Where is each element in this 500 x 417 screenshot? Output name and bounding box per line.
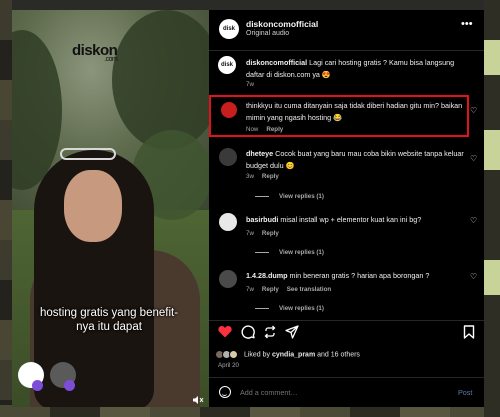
comment-meta: Now Reply: [246, 126, 284, 133]
reply-button[interactable]: Reply: [262, 173, 279, 180]
reply-button[interactable]: Reply: [262, 230, 279, 237]
repost-icon[interactable]: [263, 325, 277, 342]
comment-text: thinkkyu itu cuma ditanyain saja tidak d…: [246, 101, 463, 122]
comment-text: diskoncomofficial Lagi cari hosting grat…: [246, 58, 455, 79]
comment-meta: 7w: [246, 81, 254, 88]
add-comment-row: Post: [209, 377, 484, 407]
view-replies-button[interactable]: View replies (1): [255, 249, 324, 256]
comments-panel: disk diskoncomofficial Original audio ••…: [209, 10, 484, 407]
sunglasses: [60, 148, 116, 160]
audio-label[interactable]: Original audio: [246, 30, 289, 37]
view-replies-button[interactable]: View replies (1): [255, 193, 324, 200]
liked-user[interactable]: cyndia_pram: [272, 351, 315, 358]
comment-meta: 7w Reply: [246, 230, 279, 237]
video-caption: hosting gratis yang benefit- nya itu dap…: [39, 307, 179, 333]
reel-video[interactable]: diskon .com hosting gratis yang benefit- …: [12, 10, 209, 407]
comment-icon[interactable]: [241, 325, 255, 342]
action-bar: [209, 325, 484, 347]
post-header: disk diskoncomofficial Original audio ••…: [209, 10, 484, 50]
emoji-picker-icon[interactable]: [219, 386, 231, 398]
comment-avatar[interactable]: disk: [218, 56, 236, 74]
comment-avatar[interactable]: [219, 213, 237, 231]
comment-text: basirbudi misal install wp + elementor k…: [246, 215, 422, 224]
follow-badge-icon[interactable]: [64, 380, 75, 391]
comment-text: 1.4.28.dump min beneran gratis ? harian …: [246, 271, 430, 280]
post-comment-button[interactable]: Post: [458, 388, 472, 397]
comment-like-heart-icon[interactable]: ♡: [470, 154, 477, 163]
comment-avatar[interactable]: [221, 102, 237, 118]
comment-meta: 7w Reply See translation: [246, 286, 332, 293]
liker-avatar: [229, 350, 238, 359]
background-collage-right: [484, 0, 500, 417]
comment-text: dheteye Cocok buat yang baru mau coba bi…: [246, 149, 464, 170]
divider: [209, 320, 484, 321]
post-date: April 20: [218, 362, 239, 369]
comment-like-heart-icon[interactable]: ♡: [470, 106, 477, 115]
likes-summary[interactable]: Liked by cyndia_pram and 16 others: [215, 350, 360, 359]
person-face: [64, 170, 122, 242]
author-name[interactable]: diskoncomofficial: [246, 19, 318, 29]
see-translation-button[interactable]: See translation: [287, 286, 331, 293]
comment-avatar[interactable]: [219, 148, 237, 166]
comment-meta: 3w Reply: [246, 173, 279, 180]
ellipsis-icon[interactable]: •••: [461, 18, 473, 30]
follow-badge-icon[interactable]: [32, 380, 43, 391]
view-replies-button[interactable]: View replies (1): [255, 305, 324, 312]
reply-button[interactable]: Reply: [266, 126, 283, 133]
add-comment-input[interactable]: [240, 388, 430, 397]
background-collage-left: [0, 0, 12, 417]
comment-like-heart-icon[interactable]: ♡: [470, 272, 477, 281]
divider: [209, 50, 484, 51]
comment-avatar[interactable]: [219, 270, 237, 288]
comment-like-heart-icon[interactable]: ♡: [470, 216, 477, 225]
reply-button[interactable]: Reply: [262, 286, 279, 293]
heart-filled-icon[interactable]: [218, 325, 232, 341]
send-icon[interactable]: [285, 325, 299, 342]
video-brand-logo: diskon .com: [72, 42, 118, 63]
bookmark-icon[interactable]: [463, 325, 475, 342]
author-avatar[interactable]: disk: [219, 19, 239, 39]
speaker-muted-icon[interactable]: [192, 395, 204, 405]
